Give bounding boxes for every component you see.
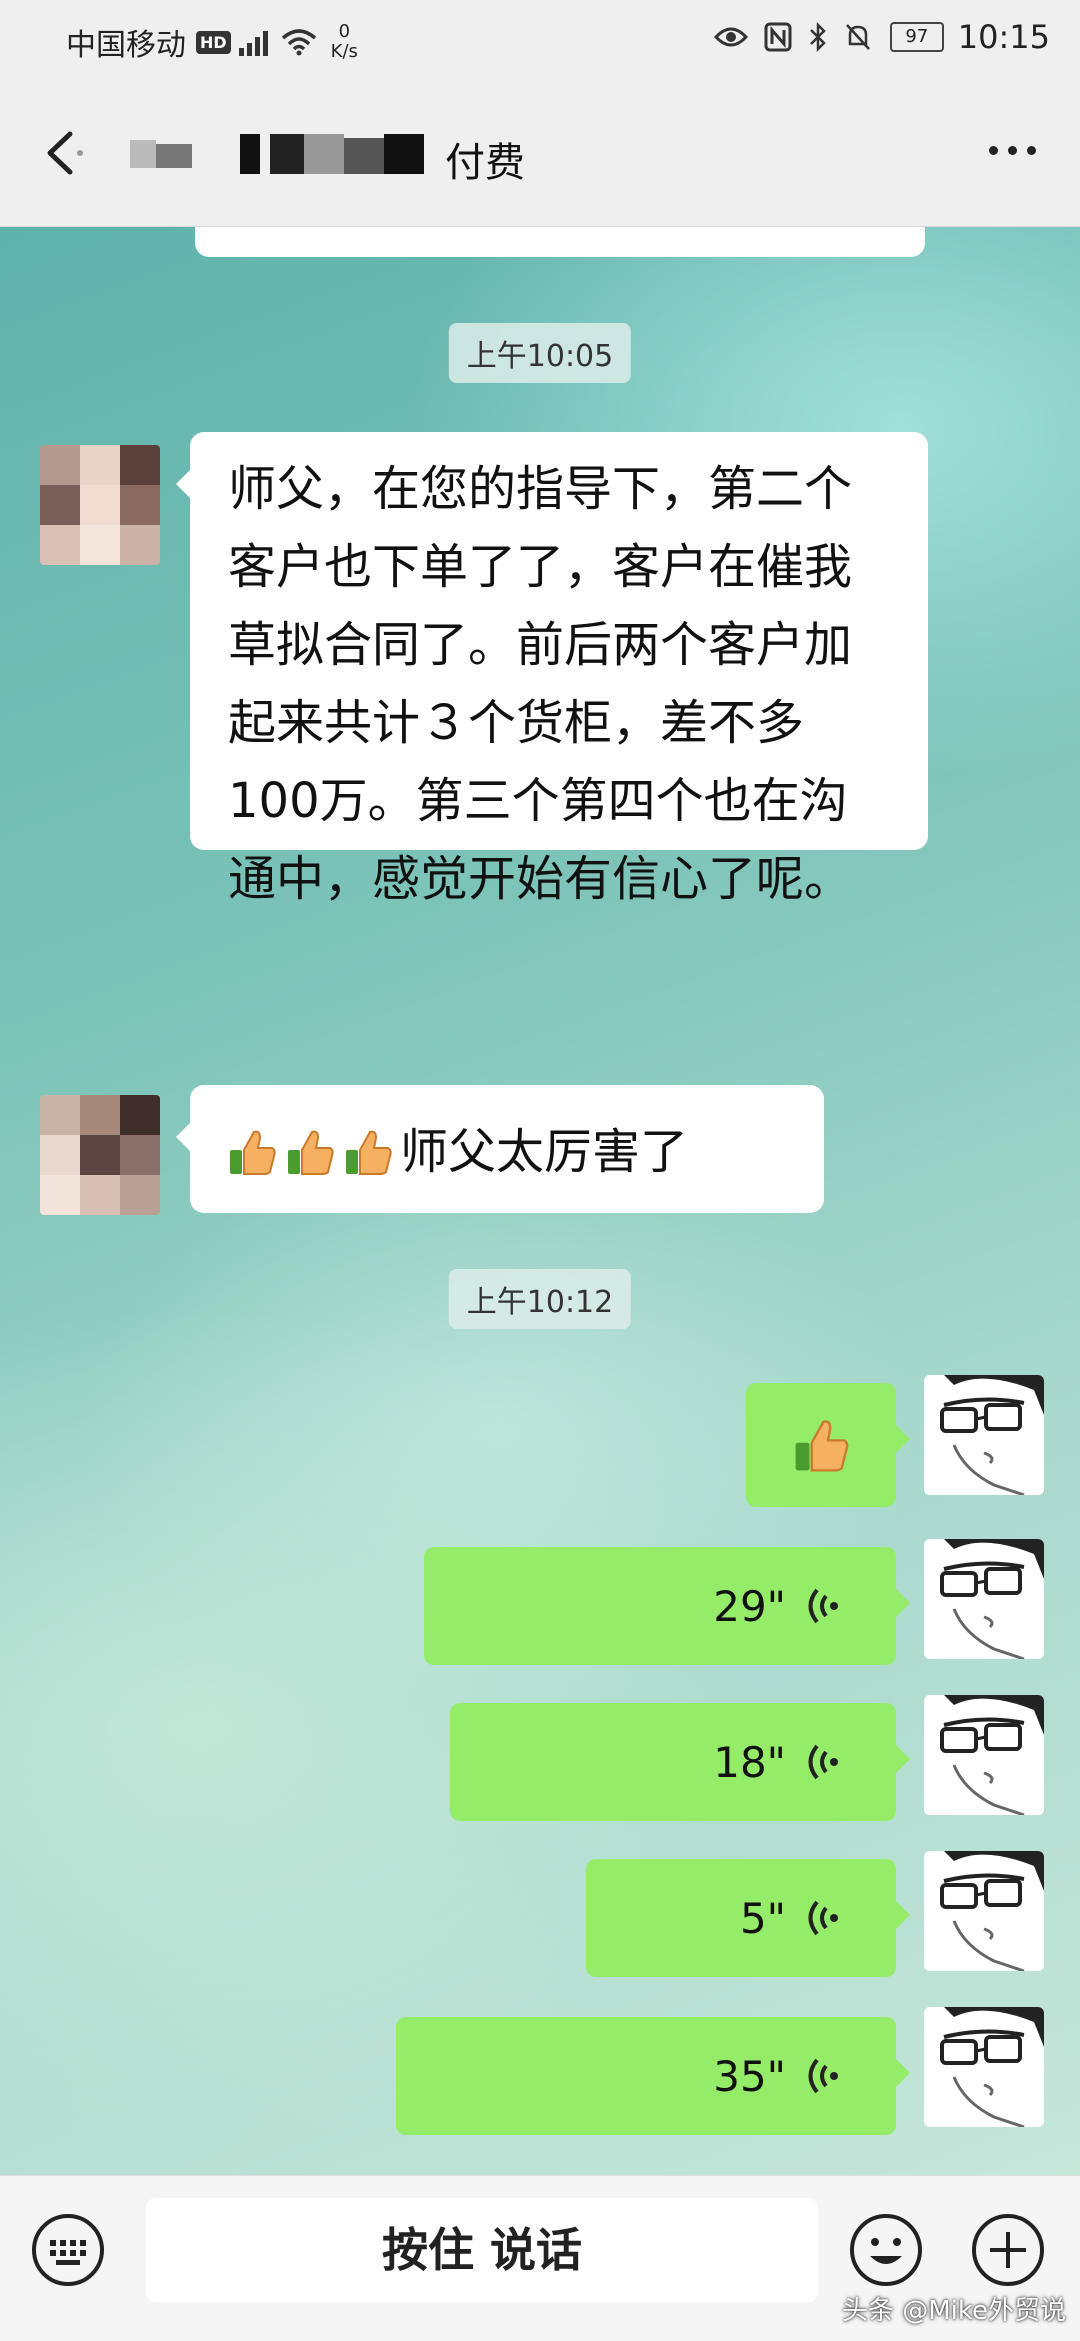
speed-value: 0: [338, 21, 351, 42]
timestamp: 上午10:12: [448, 1269, 632, 1329]
thumbs-up-icon: [795, 1420, 849, 1472]
incoming-message-bubble[interactable]: 师父，在您的指导下，第二个客户也下单了了，客户在催我草拟合同了。前后两个客户加起…: [176, 432, 928, 907]
voice-message-bubble[interactable]: 18": [450, 1703, 910, 1821]
keyboard-icon[interactable]: [30, 2212, 106, 2288]
chat-header: 付费: [0, 80, 1080, 227]
voice-message-bubble[interactable]: 35": [396, 2017, 910, 2135]
thumbs-up-icon: [230, 1130, 276, 1175]
thumbs-up-icon: [346, 1130, 392, 1175]
eye-icon: [713, 27, 748, 47]
voice-duration: 29": [713, 1581, 786, 1631]
bluetooth-icon: [809, 22, 826, 52]
speed-unit: K/s: [330, 41, 358, 62]
watermark: 头条 @Mike外贸说: [841, 2296, 1066, 2326]
voice-message-bubble[interactable]: 29": [424, 1547, 910, 1665]
plus-icon[interactable]: [970, 2212, 1046, 2288]
status-bar: 中国移动 HD 0 K/s 97 10:15: [0, 0, 1080, 80]
wifi-icon: [281, 29, 316, 56]
voice-duration: 5": [739, 1893, 786, 1943]
user-avatar[interactable]: [924, 1695, 1044, 1815]
thumbs-up-icon: [288, 1130, 334, 1175]
voice-message-bubble[interactable]: 5": [586, 1859, 910, 1977]
nfc-icon: [764, 22, 792, 52]
back-arrow-icon[interactable]: [40, 128, 86, 178]
chat-title: 付费: [445, 140, 525, 186]
signal-icon: [238, 28, 271, 56]
user-avatar[interactable]: [924, 1375, 1044, 1495]
input-bar: 按住 说话 头条 @Mike外贸说: [0, 2175, 1080, 2341]
carrier-name: 中国移动: [66, 28, 186, 63]
voice-wave-icon: [808, 2058, 838, 2094]
voice-wave-icon: [808, 1588, 838, 1624]
hd-badge: HD: [196, 30, 231, 54]
redacted-title: [130, 134, 424, 174]
network-speed: 0 K/s: [331, 22, 358, 62]
chat-area[interactable]: 上午10:05 师父，在您的指导下，第二个客户也下单了了，客户在催我草拟合同了。…: [0, 227, 1080, 2175]
timestamp: 上午10:05: [448, 323, 632, 383]
voice-wave-icon: [808, 1744, 838, 1780]
message-text: 师父，在您的指导下，第二个客户也下单了了，客户在催我草拟合同了。前后两个客户加起…: [228, 461, 853, 907]
battery-indicator: 97: [889, 22, 944, 52]
more-dots-icon[interactable]: [979, 146, 1036, 155]
outgoing-message-bubble[interactable]: [746, 1383, 910, 1507]
user-avatar[interactable]: [924, 1851, 1044, 1971]
hold-to-talk-button[interactable]: 按住 说话: [146, 2198, 818, 2302]
contact-avatar[interactable]: [40, 1095, 160, 1215]
user-avatar[interactable]: [924, 2007, 1044, 2127]
emoji-icon[interactable]: [848, 2212, 924, 2288]
message-text: 师父太厉害了: [400, 1124, 689, 1180]
previous-message-bubble[interactable]: [195, 227, 925, 257]
user-avatar[interactable]: [924, 1539, 1044, 1659]
status-right: 97 10:15: [696, 18, 1050, 56]
voice-duration: 18": [713, 1737, 786, 1787]
clock: 10:15: [957, 18, 1050, 56]
voice-wave-icon: [808, 1900, 838, 1936]
mute-bell-icon: [845, 24, 870, 50]
voice-duration: 35": [713, 2051, 786, 2101]
status-left: 中国移动 HD 0 K/s: [66, 20, 358, 64]
contact-avatar[interactable]: [40, 445, 160, 565]
incoming-message-bubble[interactable]: 师父太厉害了: [176, 1085, 824, 1213]
